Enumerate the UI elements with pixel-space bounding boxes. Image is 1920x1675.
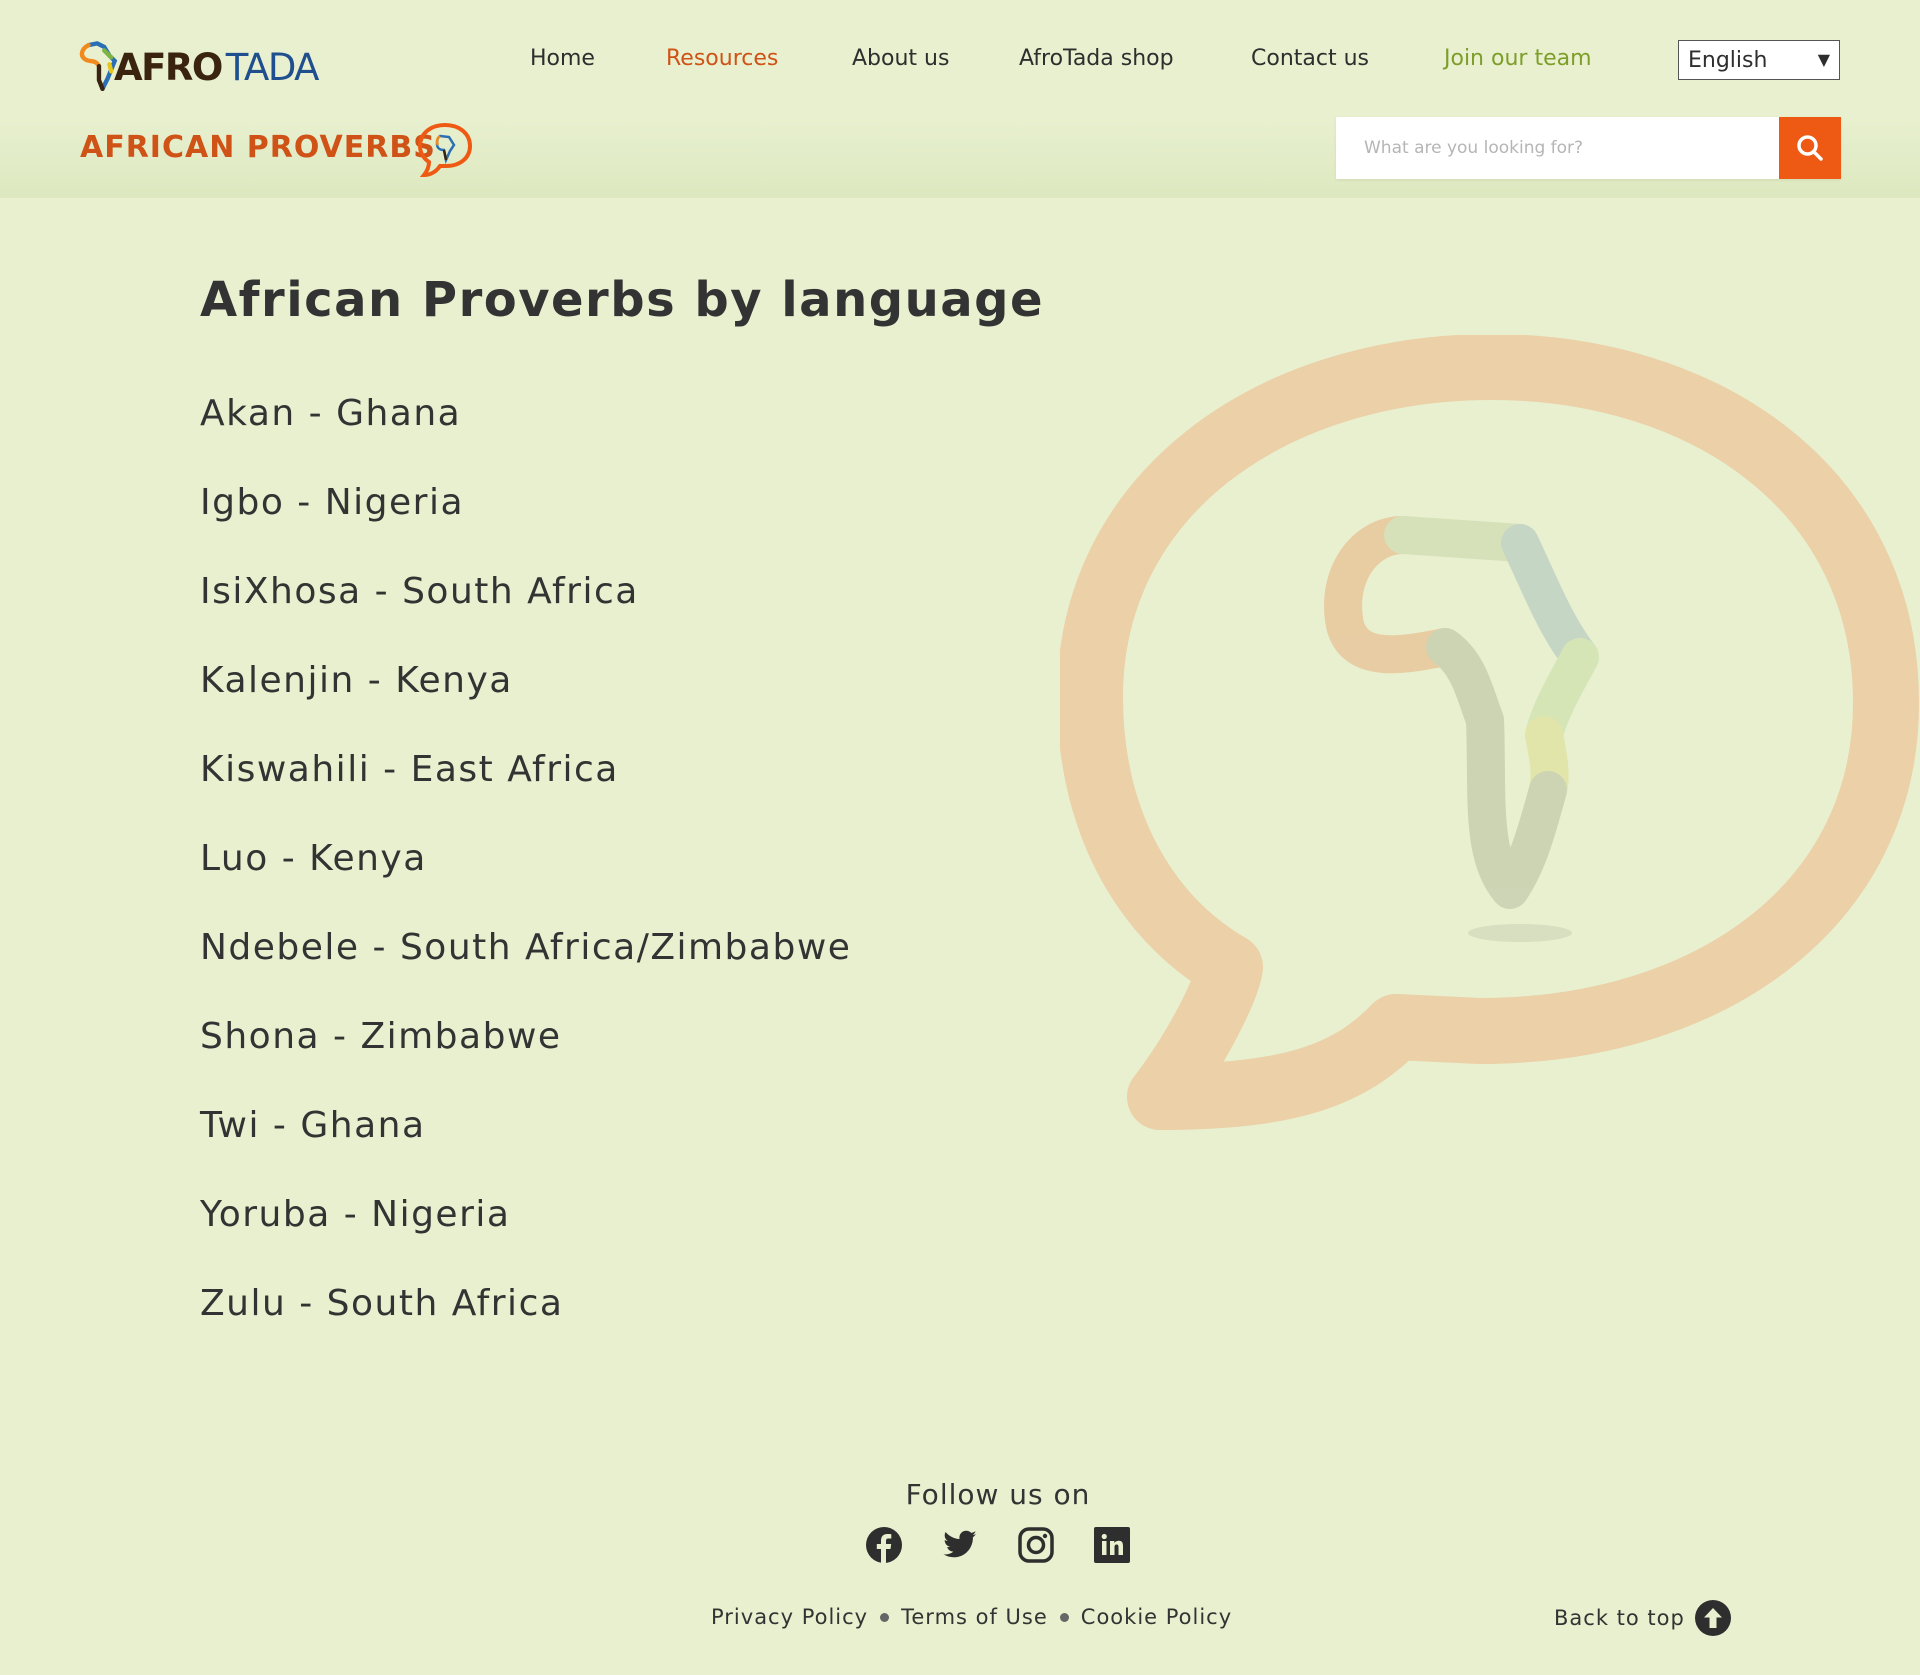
arrow-up-circle-icon [1694, 1600, 1731, 1636]
cookie-policy-link[interactable]: Cookie Policy [1081, 1605, 1232, 1629]
language-link-kalenjin[interactable]: Kalenjin - Kenya [200, 660, 513, 701]
list-item: Kalenjin - Kenya [200, 660, 851, 749]
list-item: Twi - Ghana [200, 1105, 851, 1194]
list-item: IsiXhosa - South Africa [200, 571, 851, 660]
twitter-icon[interactable] [942, 1527, 978, 1563]
list-item: Shona - Zimbabwe [200, 1016, 851, 1105]
speech-bubble-africa-icon [417, 122, 473, 178]
list-item: Yoruba - Nigeria [200, 1194, 851, 1283]
nav-resources[interactable]: Resources [666, 46, 778, 71]
social-links [866, 1527, 1130, 1563]
language-link-zulu[interactable]: Zulu - South Africa [200, 1283, 563, 1324]
list-item: Akan - Ghana [200, 393, 851, 482]
language-link-ndebele[interactable]: Ndebele - South Africa/Zimbabwe [200, 927, 851, 968]
instagram-icon[interactable] [1018, 1527, 1054, 1563]
list-item: Luo - Kenya [200, 838, 851, 927]
section-title: AFRICAN PROVERBS [80, 130, 436, 165]
language-link-twi[interactable]: Twi - Ghana [200, 1105, 426, 1146]
list-item: Igbo - Nigeria [200, 482, 851, 571]
search-icon [1797, 135, 1823, 161]
legal-links: Privacy Policy Terms of Use Cookie Polic… [711, 1605, 1232, 1629]
back-to-top-button[interactable]: Back to top [1554, 1600, 1731, 1636]
list-item: Kiswahili - East Africa [200, 749, 851, 838]
nav-afrotada-shop[interactable]: AfroTada shop [1019, 46, 1174, 71]
list-item: Zulu - South Africa [200, 1283, 851, 1372]
search-button[interactable] [1779, 117, 1841, 179]
nav-home[interactable]: Home [530, 46, 595, 71]
language-selected-value: English [1688, 47, 1768, 73]
language-link-luo[interactable]: Luo - Kenya [200, 838, 427, 879]
separator-dot [1059, 1612, 1069, 1622]
terms-of-use-link[interactable]: Terms of Use [901, 1605, 1048, 1629]
language-list: Akan - Ghana Igbo - Nigeria IsiXhosa - S… [200, 393, 851, 1372]
privacy-policy-link[interactable]: Privacy Policy [711, 1605, 868, 1629]
back-to-top-label: Back to top [1554, 1606, 1685, 1630]
search-input[interactable] [1336, 117, 1779, 179]
language-link-isixhosa[interactable]: IsiXhosa - South Africa [200, 571, 639, 612]
separator-dot [880, 1612, 890, 1622]
facebook-icon[interactable] [866, 1527, 902, 1563]
language-link-akan[interactable]: Akan - Ghana [200, 393, 461, 434]
background-speech-bubble-icon [1060, 335, 1919, 1130]
language-link-yoruba[interactable]: Yoruba - Nigeria [200, 1194, 510, 1235]
language-select[interactable]: English ▼ [1678, 40, 1840, 80]
main-navigation: Home Resources About us AfroTada shop Co… [0, 46, 1920, 76]
list-item: Ndebele - South Africa/Zimbabwe [200, 927, 851, 1016]
site-header: AFRO TADA Home Resources About us AfroTad… [0, 0, 1920, 198]
page-title: African Proverbs by language [200, 272, 1045, 328]
search-bar [1336, 117, 1841, 179]
nav-contact-us[interactable]: Contact us [1251, 46, 1369, 71]
linkedin-icon[interactable] [1094, 1527, 1130, 1563]
nav-join-our-team[interactable]: Join our team [1444, 46, 1592, 71]
language-link-kiswahili[interactable]: Kiswahili - East Africa [200, 749, 619, 790]
follow-us-label: Follow us on [905, 1478, 1091, 1511]
language-link-shona[interactable]: Shona - Zimbabwe [200, 1016, 562, 1057]
nav-about-us[interactable]: About us [852, 46, 949, 71]
language-link-igbo[interactable]: Igbo - Nigeria [200, 482, 464, 523]
dropdown-arrow-icon: ▼ [1817, 50, 1830, 69]
